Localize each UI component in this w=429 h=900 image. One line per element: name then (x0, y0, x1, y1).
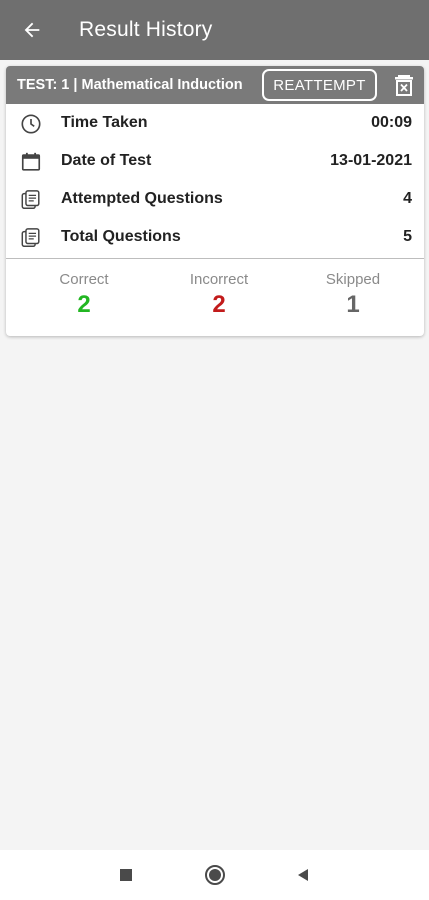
result-card: TEST: 1 | Mathematical Induction REATTEM… (6, 66, 424, 336)
back-arrow-icon[interactable] (17, 15, 47, 45)
row-value: 13-01-2021 (330, 152, 412, 169)
stat-value: 2 (77, 291, 91, 318)
app-bar: Result History (0, 0, 429, 60)
clock-icon (19, 112, 43, 136)
row-total-questions: Total Questions 5 (6, 218, 424, 256)
row-date-of-test: Date of Test 13-01-2021 (6, 142, 424, 180)
row-label: Date of Test (61, 152, 152, 169)
circle-icon[interactable] (195, 850, 235, 900)
stat-skipped: Skipped 1 (283, 271, 423, 319)
stat-value: 2 (212, 291, 226, 318)
row-label: Time Taken (61, 114, 148, 131)
stat-value: 1 (346, 291, 360, 318)
card-header: TEST: 1 | Mathematical Induction REATTEM… (6, 66, 424, 104)
row-value: 4 (403, 190, 412, 207)
row-value: 00:09 (371, 114, 412, 131)
row-time-taken: Time Taken 00:09 (6, 104, 424, 142)
delete-icon[interactable] (392, 72, 416, 98)
system-nav-bar (0, 850, 429, 900)
calendar-icon (19, 150, 43, 174)
stat-correct: Correct 2 (14, 271, 154, 319)
row-label: Attempted Questions (61, 190, 223, 207)
square-icon[interactable] (106, 850, 146, 900)
triangle-back-icon[interactable] (283, 850, 323, 900)
stat-label: Correct (59, 271, 109, 288)
stat-label: Incorrect (189, 271, 249, 288)
row-attempted-questions: Attempted Questions 4 (6, 180, 424, 218)
stat-label: Skipped (325, 271, 381, 288)
test-title: TEST: 1 | Mathematical Induction (17, 77, 243, 93)
stat-incorrect: Incorrect 2 (149, 271, 289, 319)
page-title: Result History (79, 18, 213, 41)
reattempt-button[interactable]: REATTEMPT (262, 69, 377, 101)
questions-icon (19, 226, 43, 250)
row-value: 5 (403, 228, 412, 245)
row-label: Total Questions (61, 228, 181, 245)
questions-icon (19, 188, 43, 212)
stats-row: Correct 2 Incorrect 2 Skipped 1 (6, 259, 424, 329)
